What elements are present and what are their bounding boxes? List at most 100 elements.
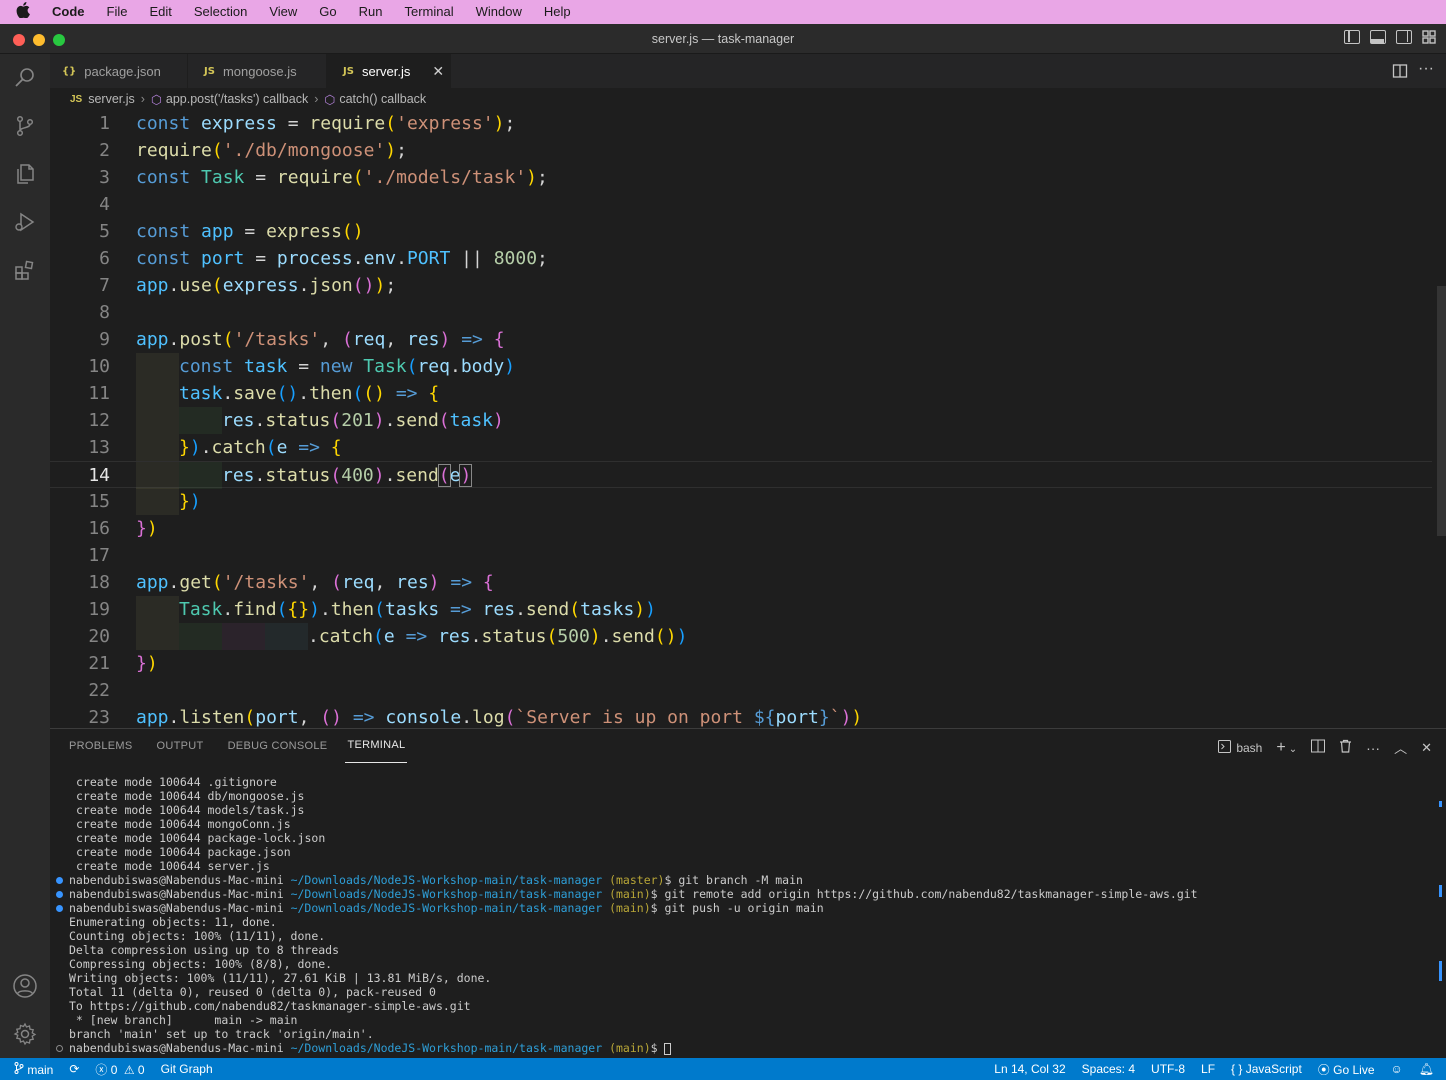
code-text: task.save().then(() => { bbox=[179, 383, 440, 404]
code-editor[interactable]: 1 const express = require('express'); 2 re… bbox=[50, 110, 1446, 728]
menu-view[interactable]: View bbox=[258, 0, 308, 24]
code-text: const app = express() bbox=[136, 221, 364, 242]
menu-run[interactable]: Run bbox=[348, 0, 394, 24]
code-line: 16}) bbox=[50, 515, 1432, 542]
code-text: }).catch(e => { bbox=[179, 437, 342, 458]
indentation-setting[interactable]: Spaces: 4 bbox=[1074, 1062, 1143, 1076]
source-control-icon[interactable] bbox=[0, 102, 50, 150]
breadcrumb-item[interactable]: app.post('/tasks') callback bbox=[166, 92, 308, 106]
menu-terminal[interactable]: Terminal bbox=[394, 0, 465, 24]
code-text: Task.find({}).then(tasks => res.send(tas… bbox=[179, 599, 656, 620]
menu-go[interactable]: Go bbox=[308, 0, 347, 24]
tab-terminal[interactable]: TERMINAL bbox=[345, 729, 408, 763]
breadcrumb-file[interactable]: server.js bbox=[88, 92, 135, 106]
run-debug-icon[interactable] bbox=[0, 198, 50, 246]
language-mode[interactable]: { } JavaScript bbox=[1223, 1062, 1310, 1076]
tab-debug-console[interactable]: DEBUG CONSOLE bbox=[216, 729, 340, 763]
code-text: const task = new Task(req.body) bbox=[179, 356, 516, 377]
toggle-secondary-sidebar-icon[interactable] bbox=[1396, 30, 1412, 44]
close-icon[interactable]: ✕ bbox=[1421, 740, 1432, 756]
search-icon[interactable] bbox=[0, 54, 50, 102]
menu-app-name[interactable]: Code bbox=[46, 0, 96, 24]
toggle-panel-icon[interactable] bbox=[1370, 30, 1386, 44]
tab-server-js[interactable]: JS server.js ✕ bbox=[327, 54, 451, 88]
tab-mongoose-js[interactable]: JS mongoose.js bbox=[188, 54, 327, 88]
code-line-current: 14 res.status(400).send(e) bbox=[50, 461, 1432, 489]
terminal-selector[interactable]: bash bbox=[1218, 739, 1262, 756]
bell-icon[interactable]: 🔔︎ bbox=[1411, 1062, 1446, 1076]
encoding-setting[interactable]: UTF-8 bbox=[1143, 1062, 1193, 1076]
menu-help[interactable]: Help bbox=[533, 0, 582, 24]
line-number: 15 bbox=[88, 491, 110, 512]
line-number: 1 bbox=[99, 113, 110, 134]
terminal-line: create mode 100644 server.js bbox=[76, 859, 270, 873]
settings-gear-icon[interactable] bbox=[0, 1010, 50, 1058]
menu-selection[interactable]: Selection bbox=[183, 0, 258, 24]
terminal-line: * [new branch] main -> main bbox=[69, 1013, 298, 1027]
line-number: 5 bbox=[99, 221, 110, 242]
code-text: require('./db/mongoose'); bbox=[136, 140, 407, 161]
tab-label: server.js bbox=[361, 63, 411, 79]
breadcrumb-item[interactable]: catch() callback bbox=[339, 92, 426, 106]
menu-window[interactable]: Window bbox=[465, 0, 533, 24]
code-text: const express = require('express'); bbox=[136, 113, 516, 134]
js-file-icon: JS bbox=[204, 65, 215, 77]
menu-file[interactable]: File bbox=[96, 0, 139, 24]
command-status-dot[interactable] bbox=[56, 877, 63, 884]
tab-problems[interactable]: PROBLEMS bbox=[57, 729, 145, 763]
tab-output[interactable]: OUTPUT bbox=[145, 729, 216, 763]
terminal-line: create mode 100644 models/task.js bbox=[76, 803, 305, 817]
apple-icon[interactable] bbox=[0, 2, 46, 22]
line-number: 6 bbox=[99, 248, 110, 269]
line-number: 20 bbox=[88, 626, 110, 647]
tab-package-json[interactable]: {} package.json bbox=[50, 54, 188, 88]
code-text: app.post('/tasks', (req, res) => { bbox=[136, 329, 505, 350]
explorer-icon[interactable] bbox=[0, 150, 50, 198]
command-status-dot[interactable] bbox=[56, 905, 63, 912]
more-actions-icon[interactable]: ··· bbox=[1366, 740, 1380, 756]
line-number: 8 bbox=[99, 302, 110, 323]
line-number: 7 bbox=[99, 275, 110, 296]
toggle-primary-sidebar-icon[interactable] bbox=[1344, 30, 1360, 44]
extensions-icon[interactable] bbox=[0, 246, 50, 294]
line-number: 9 bbox=[99, 329, 110, 350]
menu-edit[interactable]: Edit bbox=[138, 0, 182, 24]
problems-indicator[interactable]: ⓧ 0 ⚠ 0 bbox=[87, 1061, 152, 1078]
terminal-line: Total 11 (delta 0), reused 0 (delta 0), … bbox=[69, 985, 436, 999]
terminal-icon bbox=[1218, 739, 1232, 756]
close-icon[interactable]: ✕ bbox=[432, 63, 444, 80]
code-line: 1 const express = require('express'); bbox=[50, 110, 1432, 137]
line-number: 19 bbox=[88, 599, 110, 620]
bottom-panel: PROBLEMS OUTPUT DEBUG CONSOLE TERMINAL b… bbox=[50, 728, 1446, 1058]
terminal-line: create mode 100644 package.json bbox=[76, 845, 291, 859]
command-status-dot[interactable] bbox=[56, 1045, 63, 1052]
line-number: 4 bbox=[99, 194, 110, 215]
customize-layout-icon[interactable] bbox=[1422, 30, 1438, 44]
account-icon[interactable] bbox=[0, 962, 50, 1010]
split-editor-icon[interactable] bbox=[1392, 63, 1408, 84]
branch-indicator[interactable]: main bbox=[0, 1061, 61, 1077]
cursor-position[interactable]: Ln 14, Col 32 bbox=[986, 1062, 1073, 1076]
feedback-icon[interactable]: ☺ bbox=[1383, 1062, 1411, 1076]
go-live-button[interactable]: ⦿ Go Live bbox=[1310, 1061, 1383, 1078]
terminal-line: create mode 100644 .gitignore bbox=[76, 775, 277, 789]
trash-icon[interactable] bbox=[1339, 739, 1352, 756]
code-line: 19 Task.find({}).then(tasks => res.send(t… bbox=[50, 596, 1432, 623]
code-line: 15}) bbox=[50, 488, 1432, 515]
terminal-line: Compressing objects: 100% (8/8), done. bbox=[69, 957, 333, 971]
code-line: 3 const Task = require('./models/task'); bbox=[50, 164, 1432, 191]
command-status-dot[interactable] bbox=[56, 891, 63, 898]
chevron-up-icon[interactable]: ︿ bbox=[1394, 738, 1407, 757]
terminal-cursor bbox=[664, 1042, 672, 1055]
code-text: res.status(400).send(e) bbox=[222, 464, 473, 487]
scrollbar-marker bbox=[1439, 961, 1442, 981]
more-actions-icon[interactable]: ··· bbox=[1418, 60, 1434, 78]
error-icon: ⓧ bbox=[95, 1062, 108, 1077]
split-terminal-icon[interactable] bbox=[1311, 739, 1326, 756]
line-number: 11 bbox=[88, 383, 110, 404]
git-graph-button[interactable]: Git Graph bbox=[153, 1062, 221, 1076]
add-terminal-icon[interactable]: + ⌄ bbox=[1276, 739, 1297, 757]
eol-setting[interactable]: LF bbox=[1193, 1062, 1223, 1076]
editor-scrollbar[interactable] bbox=[1437, 286, 1446, 536]
sync-icon[interactable]: ⟳ bbox=[61, 1062, 87, 1076]
